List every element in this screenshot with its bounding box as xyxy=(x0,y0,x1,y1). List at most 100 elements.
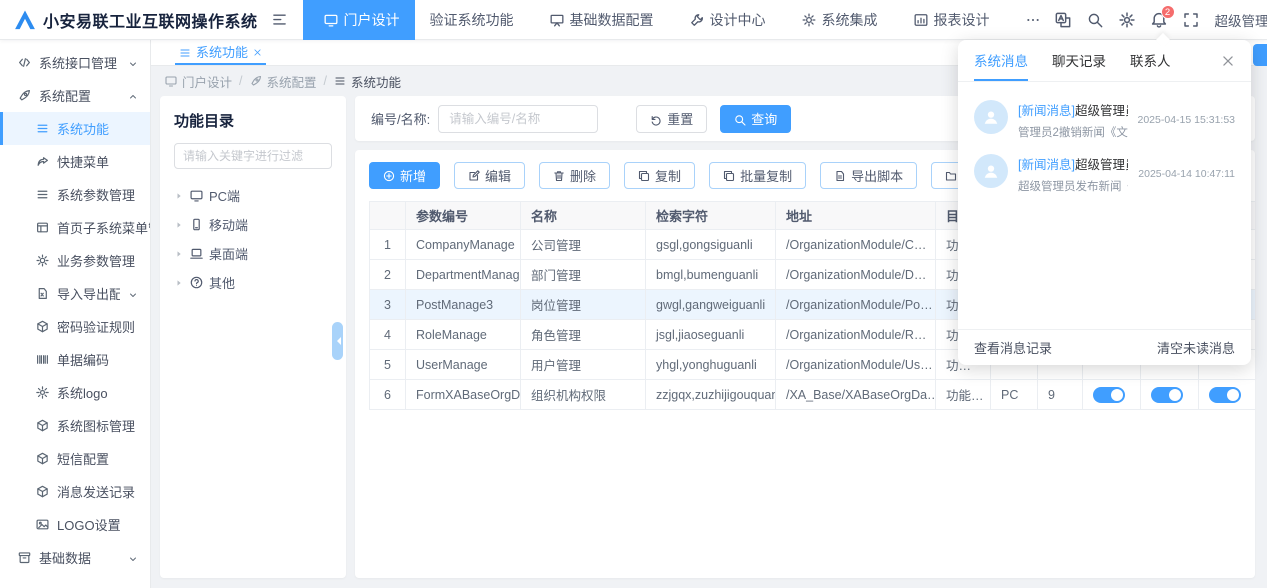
table-cell: 5 xyxy=(370,350,406,380)
bell-icon[interactable]: 2 xyxy=(1151,12,1167,28)
nav-item[interactable]: 门户设计 xyxy=(303,0,415,40)
column-header: 地址 xyxy=(776,202,936,230)
sidebar-item[interactable]: 系统图标管理 xyxy=(0,409,150,442)
toolbar-button[interactable]: 复制 xyxy=(624,162,695,189)
table-cell: UserManage xyxy=(406,350,521,380)
nav-item[interactable]: 设计中心 xyxy=(669,0,781,40)
close-icon[interactable] xyxy=(1221,40,1235,81)
message-desc: 超级管理员发布新闻《testnew1》 xyxy=(1018,178,1128,194)
tree-filter-input[interactable] xyxy=(174,143,332,169)
search-icon[interactable] xyxy=(1087,12,1103,28)
menu-fold-icon[interactable] xyxy=(272,11,287,29)
sidebar-item[interactable]: 系统logo xyxy=(0,376,150,409)
undo-icon xyxy=(650,111,662,126)
sidebar-item[interactable]: 单据编码 xyxy=(0,343,150,376)
column-header: 名称 xyxy=(521,202,646,230)
tree-node[interactable]: 其他 xyxy=(174,272,332,292)
list-icon xyxy=(179,44,191,59)
nav-item[interactable] xyxy=(1005,0,1055,40)
sidebar-item[interactable]: 系统参数管理 xyxy=(0,178,150,211)
toolbar-button[interactable]: 批量复制 xyxy=(709,162,806,189)
sidebar-item[interactable]: 系统配置 xyxy=(0,79,150,112)
table-cell: /OrganizationModule/D… xyxy=(776,260,936,290)
query-label: 查询 xyxy=(751,109,777,128)
chevron-down-icon xyxy=(128,55,138,70)
message-list: [新闻消息]超级管理员管理员2撤销新闻《文件验证新闻》2025-04-15 15… xyxy=(958,82,1251,194)
tab-close-icon[interactable] xyxy=(253,44,262,59)
tree-node[interactable]: 移动端 xyxy=(174,214,332,234)
table-cell: 2 xyxy=(370,260,406,290)
breadcrumb-item[interactable]: 系统配置 xyxy=(250,72,317,91)
table-cell: 9 xyxy=(1038,380,1083,410)
message-time: 2025-04-14 10:47:11 xyxy=(1138,168,1235,180)
popup-footer: 查看消息记录 清空未读消息 xyxy=(958,329,1251,365)
gear-icon[interactable] xyxy=(1119,12,1135,28)
sidebar-item[interactable]: 消息发送记录 xyxy=(0,475,150,508)
tree-node[interactable]: PC端 xyxy=(174,185,332,205)
toggle-switch[interactable] xyxy=(1209,387,1241,403)
breadcrumb-item[interactable]: 系统功能 xyxy=(334,72,401,91)
sidebar-item[interactable]: 导入导出配置 xyxy=(0,277,150,310)
toggle-cell xyxy=(1083,380,1141,410)
chevron-down-icon xyxy=(128,286,138,301)
toolbar-button[interactable]: 编辑 xyxy=(454,162,525,189)
panel-collapse-handle[interactable] xyxy=(332,322,343,360)
tab-system-functions[interactable]: 系统功能 xyxy=(175,40,266,65)
reset-label: 重置 xyxy=(667,109,693,128)
popup-tab[interactable]: 聊天记录 xyxy=(1052,40,1106,81)
message-item[interactable]: [新闻消息]超级管理员超级管理员发布新闻《testnew1》2025-04-14… xyxy=(974,154,1235,194)
notification-badge: 2 xyxy=(1161,5,1175,19)
current-user-label[interactable]: 超级管理员 xyxy=(1215,10,1267,30)
query-button[interactable]: 查询 xyxy=(720,105,791,133)
nav-item[interactable]: 系统集成 xyxy=(781,0,893,40)
toggle-switch[interactable] xyxy=(1093,387,1125,403)
table-cell: 部门管理 xyxy=(521,260,646,290)
person-icon xyxy=(974,100,1008,134)
breadcrumb-separator: / xyxy=(324,74,327,88)
nav-item[interactable]: 报表设计 xyxy=(893,0,1005,40)
search-input[interactable] xyxy=(438,105,598,133)
sidebar-item[interactable]: 基础数据 xyxy=(0,541,150,574)
message-item[interactable]: [新闻消息]超级管理员管理员2撤销新闻《文件验证新闻》2025-04-15 15… xyxy=(974,100,1235,140)
popup-tab[interactable]: 系统消息 xyxy=(974,40,1028,81)
sidebar-item[interactable]: 快捷菜单 xyxy=(0,145,150,178)
table-row[interactable]: 6FormXABaseOrgDataOp…组织机构权限zzjgqx,zuzhij… xyxy=(370,380,1256,410)
caret-right-icon[interactable] xyxy=(174,217,184,232)
table-cell: 功能… xyxy=(936,380,991,410)
toolbar-button[interactable]: 删除 xyxy=(539,162,610,189)
clear-unread-link[interactable]: 清空未读消息 xyxy=(1157,338,1235,357)
hidden-button-fragment[interactable] xyxy=(1253,44,1267,66)
table-cell: jsgl,jiaoseguanli xyxy=(646,320,776,350)
message-time: 2025-04-15 15:31:53 xyxy=(1138,114,1236,126)
sidebar-item[interactable]: 业务参数管理 xyxy=(0,244,150,277)
caret-right-icon[interactable] xyxy=(174,275,184,290)
table-cell: bmgl,bumenguanli xyxy=(646,260,776,290)
sidebar-item[interactable]: 短信配置 xyxy=(0,442,150,475)
tab-label: 系统功能 xyxy=(196,42,248,61)
fullscreen-icon[interactable] xyxy=(1183,12,1199,28)
translate-icon[interactable] xyxy=(1055,12,1071,28)
toggle-cell xyxy=(1141,380,1199,410)
breadcrumb-separator: / xyxy=(239,74,242,88)
tree-node[interactable]: 桌面端 xyxy=(174,243,332,263)
toolbar-button[interactable]: 导出脚本 xyxy=(820,162,917,189)
nav-item[interactable]: 验证系统功能 xyxy=(415,0,529,40)
caret-right-icon[interactable] xyxy=(174,188,184,203)
table-cell: /XA_Base/XABaseOrgDa… xyxy=(776,380,936,410)
popup-tabs: 系统消息聊天记录联系人 xyxy=(958,40,1251,82)
sidebar-item[interactable]: LOGO设置 xyxy=(0,508,150,541)
toggle-switch[interactable] xyxy=(1151,387,1183,403)
view-message-log-link[interactable]: 查看消息记录 xyxy=(974,338,1052,357)
sidebar-item[interactable]: 密码验证规则 xyxy=(0,310,150,343)
search-icon xyxy=(734,111,746,126)
reset-button[interactable]: 重置 xyxy=(636,105,707,133)
popup-tab[interactable]: 联系人 xyxy=(1130,40,1171,81)
app-logo: 小安易联工业互联网操作系统 xyxy=(14,8,258,32)
sidebar-item[interactable]: 首页子系统菜单管理 xyxy=(0,211,150,244)
toolbar-button[interactable]: 新增 xyxy=(369,162,440,189)
breadcrumb-item[interactable]: 门户设计 xyxy=(165,72,232,91)
sidebar-item[interactable]: 系统功能 xyxy=(0,112,150,145)
sidebar-item[interactable]: 系统接口管理 xyxy=(0,46,150,79)
caret-right-icon[interactable] xyxy=(174,246,184,261)
nav-item[interactable]: 基础数据配置 xyxy=(529,0,669,40)
